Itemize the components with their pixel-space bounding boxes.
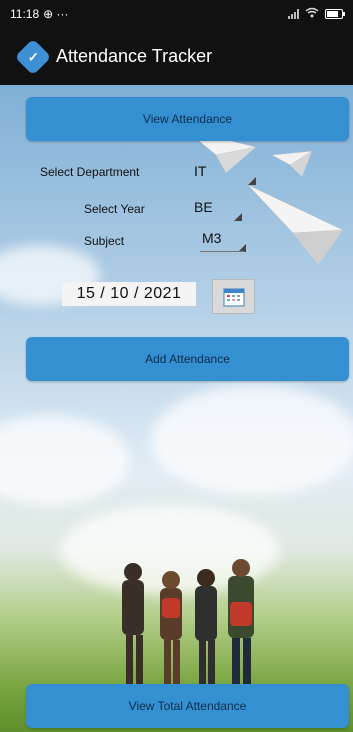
year-value: BE bbox=[194, 199, 213, 215]
status-left: 11:18 ⊕ ··· bbox=[10, 7, 69, 21]
calendar-button[interactable] bbox=[212, 279, 255, 314]
app-logo-icon: ✓ bbox=[14, 38, 52, 75]
paper-plane-icon bbox=[272, 151, 312, 177]
signal-icon bbox=[288, 9, 299, 19]
wifi-icon bbox=[305, 7, 319, 21]
subject-label: Subject bbox=[84, 234, 125, 248]
background-cloud bbox=[150, 385, 353, 495]
status-extra: ⊕ ··· bbox=[43, 7, 69, 21]
department-label: Select Department bbox=[40, 165, 140, 179]
department-value: IT bbox=[194, 163, 207, 179]
app-title: Attendance Tracker bbox=[56, 46, 213, 66]
calendar-icon bbox=[222, 287, 245, 307]
status-time: 11:18 bbox=[10, 7, 40, 21]
date-field[interactable]: 15 / 10 / 2021 bbox=[62, 282, 196, 306]
dropdown-arrow-icon bbox=[234, 213, 242, 221]
paper-plane-icon bbox=[248, 185, 343, 265]
phone-screen: 11:18 ⊕ ··· ✓ Attendance Tracker View At… bbox=[0, 0, 353, 732]
view-attendance-button[interactable]: View Attendance bbox=[26, 97, 349, 141]
background-cloud bbox=[0, 415, 130, 505]
status-right bbox=[288, 7, 345, 21]
year-spinner[interactable]: BE bbox=[190, 199, 242, 221]
year-label: Select Year bbox=[84, 202, 145, 216]
subject-value: M3 bbox=[202, 230, 222, 246]
add-attendance-button[interactable]: Add Attendance bbox=[26, 337, 349, 381]
app-bar: ✓ Attendance Tracker bbox=[0, 28, 353, 85]
battery-icon bbox=[325, 9, 345, 19]
subject-underline bbox=[200, 251, 244, 252]
subject-spinner[interactable]: M3 bbox=[200, 230, 246, 252]
status-bar: 11:18 ⊕ ··· bbox=[0, 0, 353, 28]
department-spinner[interactable]: IT bbox=[190, 163, 256, 185]
dropdown-arrow-icon bbox=[248, 177, 256, 185]
view-total-attendance-button[interactable]: View Total Attendance bbox=[26, 684, 349, 728]
main-content: View Attendance Select Department IT Sel… bbox=[0, 85, 353, 732]
